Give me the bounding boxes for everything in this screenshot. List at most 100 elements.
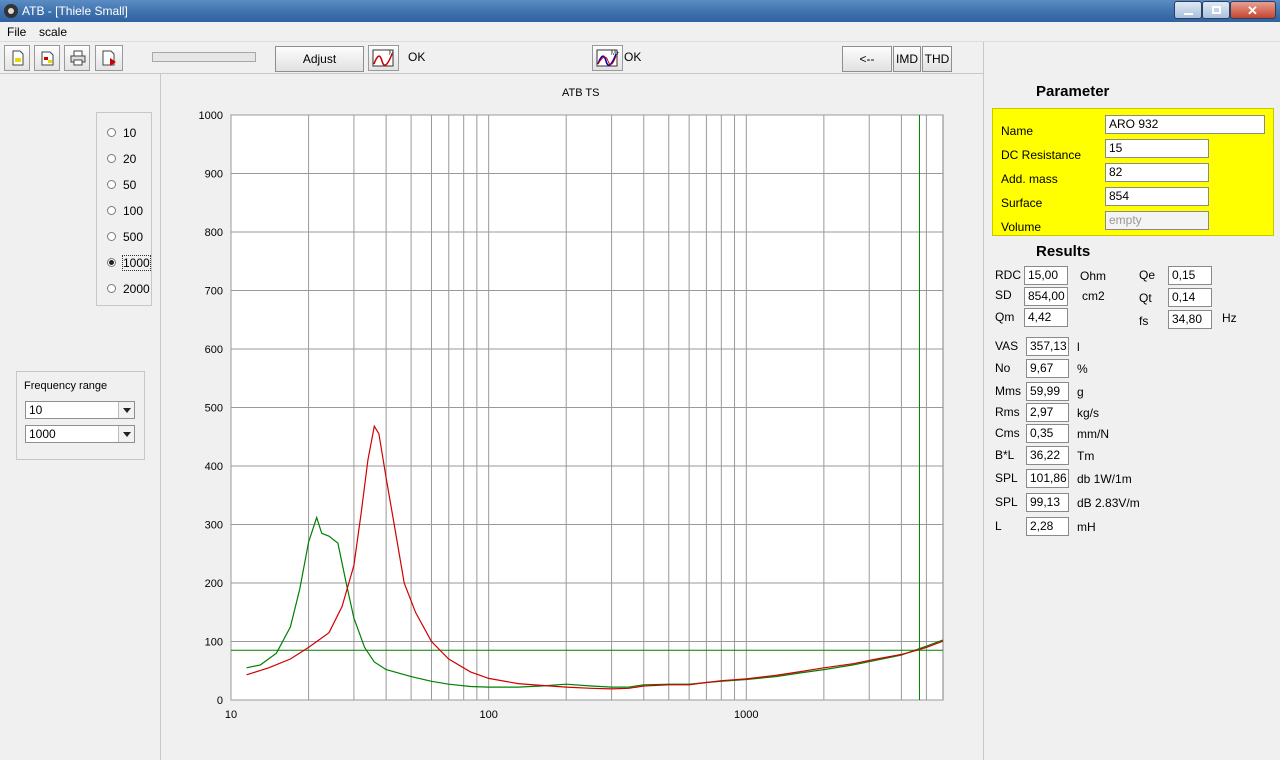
scale-radio-100[interactable]: 100 [105, 203, 149, 219]
name-field[interactable]: ARO 932 [1105, 115, 1265, 134]
export-button[interactable] [95, 45, 123, 71]
result-field[interactable]: 357,13 [1026, 337, 1069, 356]
scale-radio-50[interactable]: 50 [105, 177, 149, 193]
result-label: B*L [995, 448, 1015, 462]
qm-label: Qm [995, 310, 1015, 324]
param-label: Volume [1001, 220, 1042, 234]
scale-radio-label: 1000 [122, 255, 151, 271]
result-field[interactable]: 0,35 [1026, 424, 1069, 443]
result-field[interactable]: 2,28 [1026, 517, 1069, 536]
result-label: SPL [995, 471, 1018, 485]
param-label: Name [1001, 124, 1034, 138]
export-icon [102, 50, 116, 66]
radio-button-icon[interactable] [107, 258, 116, 267]
param-label: Surface [1001, 196, 1043, 210]
qt-label: Qt [1139, 291, 1152, 305]
y-tick-label: 1000 [199, 110, 223, 122]
impedance-graph-plus-icon: M+ [596, 49, 620, 67]
radio-button-icon[interactable] [107, 128, 116, 137]
scale-radio-label: 50 [123, 178, 137, 192]
surface-field[interactable]: 854 [1105, 187, 1209, 206]
imd-button[interactable]: IMD [893, 46, 921, 72]
measure-button[interactable]: M [368, 45, 399, 71]
radio-button-icon[interactable] [107, 206, 116, 215]
result-field[interactable]: 2,97 [1026, 403, 1069, 422]
y-tick-label: 0 [217, 695, 223, 707]
back-button[interactable]: <-- [842, 46, 892, 72]
svg-text:M: M [389, 51, 394, 57]
restore-icon [1212, 6, 1221, 14]
results-heading: Results [1036, 243, 1091, 260]
radio-button-icon[interactable] [107, 284, 116, 293]
qt-field[interactable]: 0,14 [1168, 288, 1212, 307]
qm-field[interactable]: 4,42 [1024, 308, 1068, 327]
progress-bar [152, 52, 256, 62]
parameter-heading: Parameter [1036, 83, 1110, 100]
rdc-label: RDC [995, 268, 1021, 282]
result-field[interactable]: 99,13 [1026, 493, 1069, 512]
scale-radio-500[interactable]: 500 [105, 229, 149, 245]
result-label: No [995, 361, 1011, 375]
scale-radio-label: 100 [123, 204, 144, 218]
param-label: DC Resistance [1001, 148, 1082, 162]
result-field[interactable]: 9,67 [1026, 359, 1069, 378]
scale-radio-label: 10 [123, 126, 137, 140]
minimize-icon [1184, 13, 1193, 15]
dc-resistance-field[interactable]: 15 [1105, 139, 1209, 158]
frequency-range-label: Frequency range [24, 380, 108, 392]
qe-field[interactable]: 0,15 [1168, 266, 1212, 285]
add-mass-field[interactable]: 82 [1105, 163, 1209, 182]
print-button[interactable] [64, 45, 90, 71]
toolbar: Adjust M OK M+ OK <-- IMD THD [0, 42, 984, 74]
frequency-to-select[interactable]: 1000 [25, 425, 135, 443]
minimize-button[interactable] [1174, 1, 1202, 19]
radio-button-icon[interactable] [107, 180, 116, 189]
impedance-chart: ATB TS 0 100 200 300 400 500 600 700 800 900 1000 10… [161, 74, 983, 760]
scale-radio-1000[interactable]: 1000 [105, 255, 151, 271]
scale-radio-group: 10 20 50 100 500 1000 2000 [96, 112, 152, 306]
qe-label: Qe [1139, 268, 1156, 282]
result-label: Mms [995, 384, 1021, 398]
frequency-from-value: 10 [29, 403, 43, 417]
scale-radio-10[interactable]: 10 [105, 125, 149, 141]
result-field[interactable]: 101,86 [1026, 469, 1069, 488]
scale-radio-2000[interactable]: 2000 [105, 281, 150, 297]
maximize-button[interactable] [1202, 1, 1230, 19]
chart-title: ATB TS [562, 87, 600, 99]
new-document-icon [12, 50, 24, 66]
frequency-to-value: 1000 [29, 427, 56, 441]
close-icon: ✕ [1247, 3, 1258, 18]
result-field[interactable]: 36,22 [1026, 446, 1069, 465]
close-button[interactable]: ✕ [1230, 1, 1276, 19]
adjust-button[interactable]: Adjust [275, 46, 364, 72]
fs-label: fs [1139, 314, 1149, 328]
fs-field[interactable]: 34,80 [1168, 310, 1212, 329]
sd-field[interactable]: 854,00 [1024, 287, 1068, 306]
new-button[interactable] [4, 45, 30, 71]
measure-added-mass-button[interactable]: M+ [592, 45, 623, 71]
scale-radio-label: 20 [123, 152, 137, 166]
chevron-down-icon[interactable] [118, 426, 134, 442]
y-tick-label: 400 [205, 461, 223, 473]
y-tick-label: 300 [205, 520, 223, 532]
open-file-icon [41, 51, 54, 66]
menu-scale[interactable]: scale [39, 25, 67, 39]
window-title: ATB - [Thiele Small] [22, 4, 128, 18]
frequency-from-select[interactable]: 10 [25, 401, 135, 419]
chart-svg: ATB TS 0 100 200 300 400 500 600 700 800 900 1000 10… [199, 87, 944, 721]
radio-button-icon[interactable] [107, 154, 116, 163]
result-unit: g [1077, 385, 1084, 399]
impedance-graph-icon: M [372, 49, 394, 67]
radio-button-icon[interactable] [107, 232, 116, 241]
x-tick-label: 1000 [734, 709, 758, 721]
status-ok-2: OK [624, 50, 642, 64]
result-unit: kg/s [1077, 406, 1100, 420]
y-tick-label: 800 [205, 227, 223, 239]
chevron-down-icon[interactable] [118, 402, 134, 418]
result-field[interactable]: 59,99 [1026, 382, 1069, 401]
open-button[interactable] [34, 45, 60, 71]
menu-file[interactable]: File [7, 25, 26, 39]
thd-button[interactable]: THD [922, 46, 952, 72]
scale-radio-20[interactable]: 20 [105, 151, 149, 167]
rdc-field[interactable]: 15,00 [1024, 266, 1068, 285]
